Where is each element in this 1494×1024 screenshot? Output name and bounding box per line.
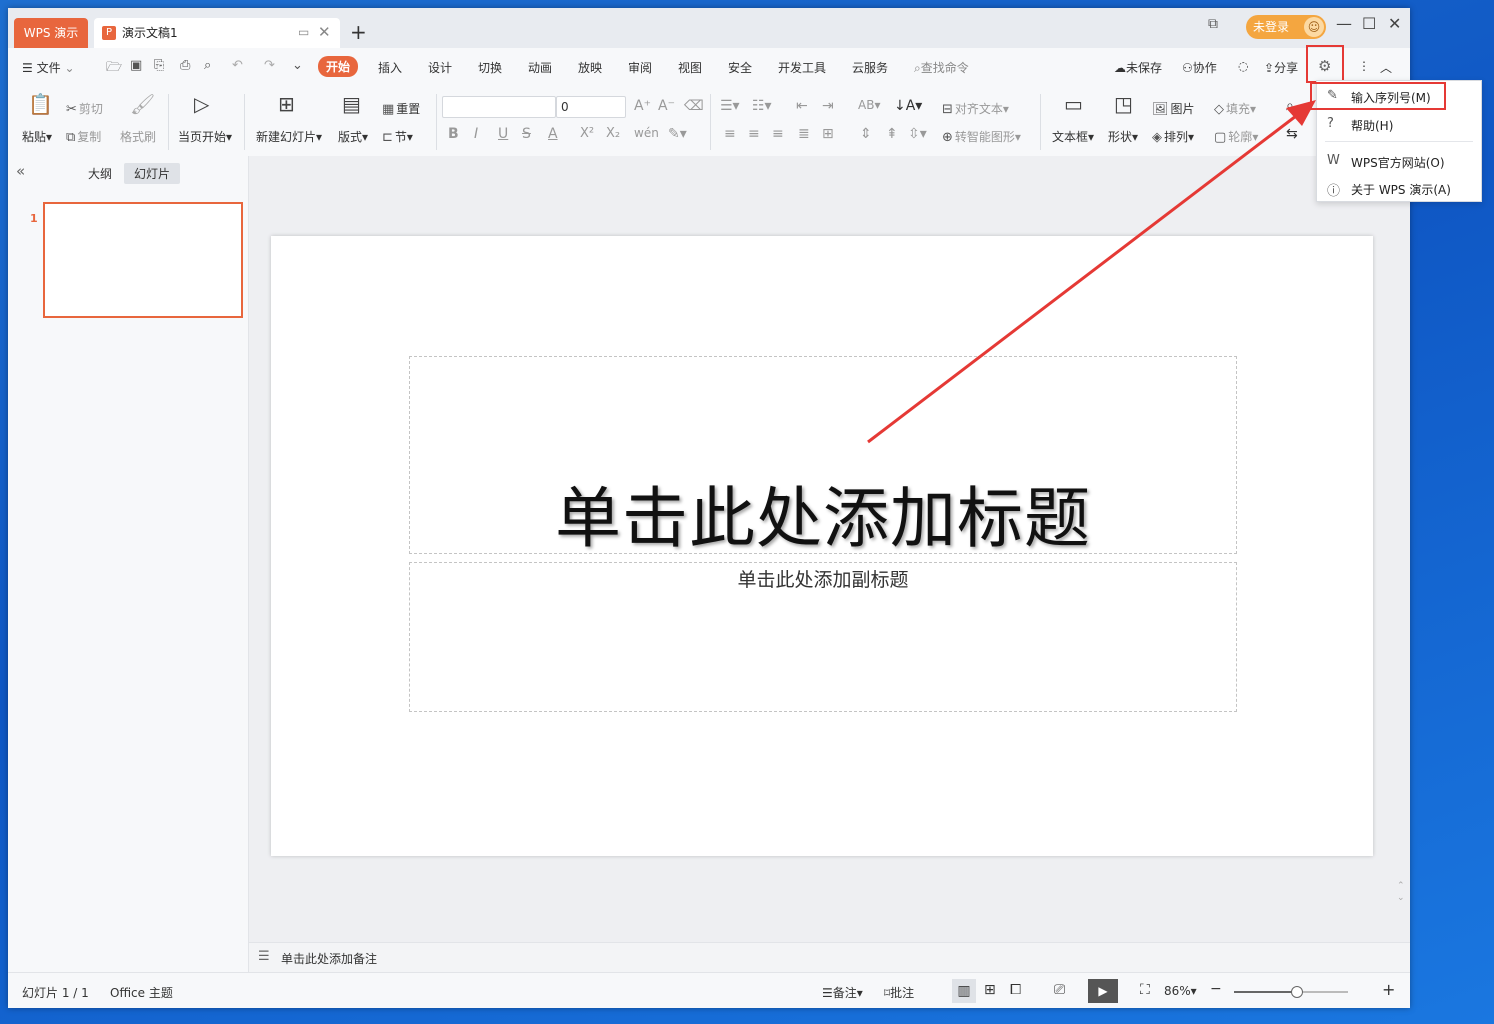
annotation-arrow (867, 100, 1316, 444)
arrow-line (867, 114, 1297, 444)
arrow-head (1286, 100, 1316, 126)
